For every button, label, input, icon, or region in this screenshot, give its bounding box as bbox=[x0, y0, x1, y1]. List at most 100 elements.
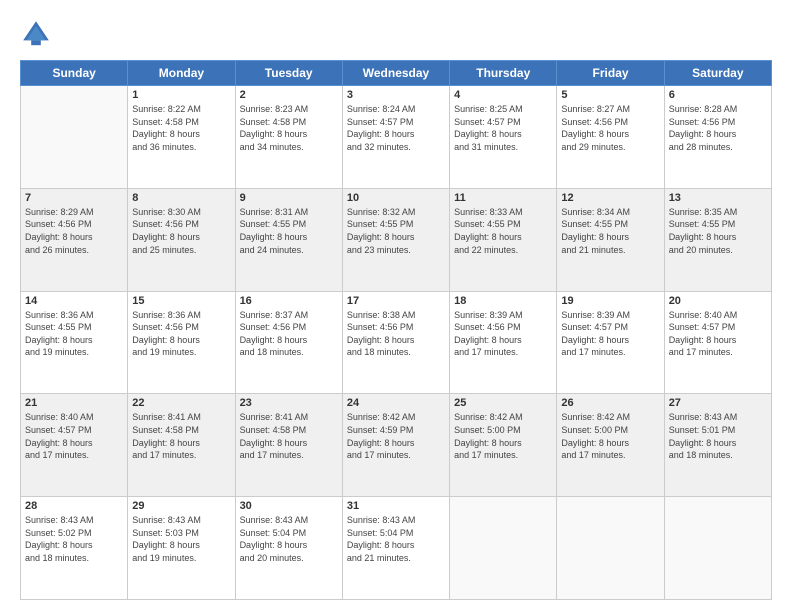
day-cell bbox=[664, 497, 771, 600]
weekday-header-sunday: Sunday bbox=[21, 61, 128, 86]
day-cell: 1Sunrise: 8:22 AM Sunset: 4:58 PM Daylig… bbox=[128, 86, 235, 189]
day-cell: 20 Sunrise: 8:40 AM Sunset: 4:57 PM Dayli… bbox=[664, 291, 771, 394]
day-cell: 24Sunrise: 8:42 AM Sunset: 4:59 PM Dayli… bbox=[342, 394, 449, 497]
day-cell: 22 Sunrise: 8:41 AM Sunset: 4:58 PM Dayli… bbox=[128, 394, 235, 497]
day-info: Sunrise: 8:29 AM Sunset: 4:56 PM Dayligh… bbox=[25, 206, 123, 256]
day-cell bbox=[21, 86, 128, 189]
day-number: 28 bbox=[25, 500, 123, 512]
day-info: Sunrise: 8:40 AM Sunset: 4:57 PM Dayligh… bbox=[669, 309, 767, 359]
day-cell: 29Sunrise: 8:43 AM Sunset: 5:03 PM Dayli… bbox=[128, 497, 235, 600]
day-cell: 15 Sunrise: 8:36 AM Sunset: 4:56 PM Dayli… bbox=[128, 291, 235, 394]
page: SundayMondayTuesdayWednesdayThursdayFrid… bbox=[0, 0, 792, 612]
day-number: 4 bbox=[454, 89, 552, 101]
day-cell: 9Sunrise: 8:31 AM Sunset: 4:55 PM Daylig… bbox=[235, 188, 342, 291]
day-number: 20 bbox=[669, 295, 767, 307]
day-number: 17 bbox=[347, 295, 445, 307]
day-number: 12 bbox=[561, 192, 659, 204]
day-cell: 19 Sunrise: 8:39 AM Sunset: 4:57 PM Dayli… bbox=[557, 291, 664, 394]
day-cell: 10 Sunrise: 8:32 AM Sunset: 4:55 PM Dayli… bbox=[342, 188, 449, 291]
day-cell: 21 Sunrise: 8:40 AM Sunset: 4:57 PM Dayli… bbox=[21, 394, 128, 497]
day-cell bbox=[450, 497, 557, 600]
day-cell: 18 Sunrise: 8:39 AM Sunset: 4:56 PM Dayli… bbox=[450, 291, 557, 394]
day-info: Sunrise: 8:39 AM Sunset: 4:57 PM Dayligh… bbox=[561, 309, 659, 359]
logo-icon bbox=[20, 18, 52, 50]
day-cell: 4 Sunrise: 8:25 AM Sunset: 4:57 PM Daylig… bbox=[450, 86, 557, 189]
day-info: Sunrise: 8:22 AM Sunset: 4:58 PM Dayligh… bbox=[132, 103, 230, 153]
day-number: 15 bbox=[132, 295, 230, 307]
day-number: 14 bbox=[25, 295, 123, 307]
day-info: Sunrise: 8:27 AM Sunset: 4:56 PM Dayligh… bbox=[561, 103, 659, 153]
day-number: 3 bbox=[347, 89, 445, 101]
day-number: 21 bbox=[25, 397, 123, 409]
day-info: Sunrise: 8:25 AM Sunset: 4:57 PM Dayligh… bbox=[454, 103, 552, 153]
day-number: 6 bbox=[669, 89, 767, 101]
header bbox=[20, 18, 772, 50]
day-number: 29 bbox=[132, 500, 230, 512]
day-number: 8 bbox=[132, 192, 230, 204]
calendar-week-1: 7 Sunrise: 8:29 AM Sunset: 4:56 PM Daylig… bbox=[21, 188, 772, 291]
day-info: Sunrise: 8:36 AM Sunset: 4:56 PM Dayligh… bbox=[132, 309, 230, 359]
day-info: Sunrise: 8:41 AM Sunset: 4:58 PM Dayligh… bbox=[240, 411, 338, 461]
day-number: 11 bbox=[454, 192, 552, 204]
day-info: Sunrise: 8:42 AM Sunset: 5:00 PM Dayligh… bbox=[561, 411, 659, 461]
day-info: Sunrise: 8:38 AM Sunset: 4:56 PM Dayligh… bbox=[347, 309, 445, 359]
weekday-row: SundayMondayTuesdayWednesdayThursdayFrid… bbox=[21, 61, 772, 86]
calendar-table: SundayMondayTuesdayWednesdayThursdayFrid… bbox=[20, 60, 772, 600]
day-info: Sunrise: 8:39 AM Sunset: 4:56 PM Dayligh… bbox=[454, 309, 552, 359]
day-info: Sunrise: 8:42 AM Sunset: 4:59 PM Dayligh… bbox=[347, 411, 445, 461]
day-cell: 7 Sunrise: 8:29 AM Sunset: 4:56 PM Daylig… bbox=[21, 188, 128, 291]
weekday-header-saturday: Saturday bbox=[664, 61, 771, 86]
day-info: Sunrise: 8:43 AM Sunset: 5:04 PM Dayligh… bbox=[240, 514, 338, 564]
day-number: 2 bbox=[240, 89, 338, 101]
calendar-header: SundayMondayTuesdayWednesdayThursdayFrid… bbox=[21, 61, 772, 86]
day-number: 10 bbox=[347, 192, 445, 204]
day-cell: 2 Sunrise: 8:23 AM Sunset: 4:58 PM Daylig… bbox=[235, 86, 342, 189]
day-cell: 23Sunrise: 8:41 AM Sunset: 4:58 PM Dayli… bbox=[235, 394, 342, 497]
day-info: Sunrise: 8:43 AM Sunset: 5:04 PM Dayligh… bbox=[347, 514, 445, 564]
day-number: 7 bbox=[25, 192, 123, 204]
day-info: Sunrise: 8:30 AM Sunset: 4:56 PM Dayligh… bbox=[132, 206, 230, 256]
day-cell: 16 Sunrise: 8:37 AM Sunset: 4:56 PM Dayli… bbox=[235, 291, 342, 394]
day-info: Sunrise: 8:32 AM Sunset: 4:55 PM Dayligh… bbox=[347, 206, 445, 256]
day-info: Sunrise: 8:31 AM Sunset: 4:55 PM Dayligh… bbox=[240, 206, 338, 256]
calendar-body: 1Sunrise: 8:22 AM Sunset: 4:58 PM Daylig… bbox=[21, 86, 772, 600]
day-cell: 27Sunrise: 8:43 AM Sunset: 5:01 PM Dayli… bbox=[664, 394, 771, 497]
day-info: Sunrise: 8:23 AM Sunset: 4:58 PM Dayligh… bbox=[240, 103, 338, 153]
weekday-header-wednesday: Wednesday bbox=[342, 61, 449, 86]
day-cell: 8 Sunrise: 8:30 AM Sunset: 4:56 PM Daylig… bbox=[128, 188, 235, 291]
day-number: 22 bbox=[132, 397, 230, 409]
day-number: 18 bbox=[454, 295, 552, 307]
day-cell: 31 Sunrise: 8:43 AM Sunset: 5:04 PM Dayli… bbox=[342, 497, 449, 600]
day-info: Sunrise: 8:35 AM Sunset: 4:55 PM Dayligh… bbox=[669, 206, 767, 256]
day-number: 19 bbox=[561, 295, 659, 307]
day-cell: 11 Sunrise: 8:33 AM Sunset: 4:55 PM Dayli… bbox=[450, 188, 557, 291]
day-number: 5 bbox=[561, 89, 659, 101]
day-cell: 25 Sunrise: 8:42 AM Sunset: 5:00 PM Dayli… bbox=[450, 394, 557, 497]
day-cell: 14 Sunrise: 8:36 AM Sunset: 4:55 PM Dayli… bbox=[21, 291, 128, 394]
weekday-header-thursday: Thursday bbox=[450, 61, 557, 86]
day-number: 13 bbox=[669, 192, 767, 204]
day-info: Sunrise: 8:37 AM Sunset: 4:56 PM Dayligh… bbox=[240, 309, 338, 359]
day-info: Sunrise: 8:24 AM Sunset: 4:57 PM Dayligh… bbox=[347, 103, 445, 153]
day-info: Sunrise: 8:40 AM Sunset: 4:57 PM Dayligh… bbox=[25, 411, 123, 461]
day-info: Sunrise: 8:33 AM Sunset: 4:55 PM Dayligh… bbox=[454, 206, 552, 256]
day-cell: 13 Sunrise: 8:35 AM Sunset: 4:55 PM Dayli… bbox=[664, 188, 771, 291]
day-info: Sunrise: 8:43 AM Sunset: 5:01 PM Dayligh… bbox=[669, 411, 767, 461]
calendar-week-2: 14 Sunrise: 8:36 AM Sunset: 4:55 PM Dayli… bbox=[21, 291, 772, 394]
day-number: 25 bbox=[454, 397, 552, 409]
day-cell: 17 Sunrise: 8:38 AM Sunset: 4:56 PM Dayli… bbox=[342, 291, 449, 394]
weekday-header-friday: Friday bbox=[557, 61, 664, 86]
day-cell bbox=[557, 497, 664, 600]
day-number: 16 bbox=[240, 295, 338, 307]
day-cell: 26Sunrise: 8:42 AM Sunset: 5:00 PM Dayli… bbox=[557, 394, 664, 497]
calendar-week-3: 21 Sunrise: 8:40 AM Sunset: 4:57 PM Dayli… bbox=[21, 394, 772, 497]
logo bbox=[20, 18, 56, 50]
day-info: Sunrise: 8:36 AM Sunset: 4:55 PM Dayligh… bbox=[25, 309, 123, 359]
day-cell: 3 Sunrise: 8:24 AM Sunset: 4:57 PM Daylig… bbox=[342, 86, 449, 189]
day-info: Sunrise: 8:42 AM Sunset: 5:00 PM Dayligh… bbox=[454, 411, 552, 461]
day-info: Sunrise: 8:41 AM Sunset: 4:58 PM Dayligh… bbox=[132, 411, 230, 461]
day-info: Sunrise: 8:34 AM Sunset: 4:55 PM Dayligh… bbox=[561, 206, 659, 256]
calendar-week-0: 1Sunrise: 8:22 AM Sunset: 4:58 PM Daylig… bbox=[21, 86, 772, 189]
day-number: 31 bbox=[347, 500, 445, 512]
day-cell: 28Sunrise: 8:43 AM Sunset: 5:02 PM Dayli… bbox=[21, 497, 128, 600]
